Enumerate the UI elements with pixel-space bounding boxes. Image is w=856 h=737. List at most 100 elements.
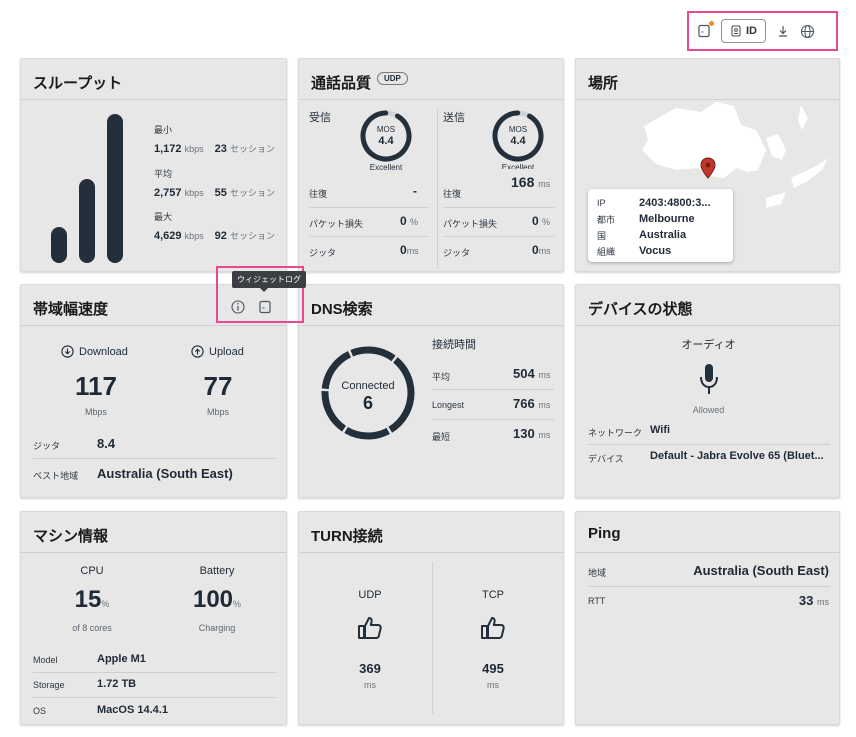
device-value: Default - Jabra Evolve 65 (Bluet... xyxy=(650,450,824,462)
bandwidth-title: 帯域幅速度 xyxy=(33,301,109,318)
notification-dot xyxy=(709,21,714,26)
cpu-sub: of 8 cores xyxy=(72,623,112,633)
turn-tcp-value: 495 xyxy=(482,661,504,676)
download-button[interactable] xyxy=(776,24,790,38)
ping-rtt-label: RTT xyxy=(588,596,606,606)
device-label: デバイス xyxy=(588,454,624,464)
dns-longest-label: Longest xyxy=(432,400,465,410)
ping-rtt-value: 33 xyxy=(798,593,814,608)
throughput-avg-row: 平均 2,757 kbps 55 セッション xyxy=(154,167,282,210)
bandwidth-jitter-label: ジッタ xyxy=(33,441,61,451)
location-info-card: IP 2403:4800:3... 都市 Melbourne 国 Austral… xyxy=(588,189,733,262)
language-button[interactable] xyxy=(800,24,815,39)
id-button[interactable]: ID xyxy=(721,19,766,43)
audio-label: オーディオ xyxy=(681,339,736,351)
location-ip-value: 2403:4800:3... xyxy=(639,197,711,209)
throughput-stats: 最小 1,172 kbps 23 セッション 平均 2,757 kbps 55 … xyxy=(154,123,282,242)
send-jitter-value: 0 xyxy=(532,243,539,257)
dns-avg-value: 504 xyxy=(513,366,535,381)
send-rating: Excellent xyxy=(501,163,535,169)
throughput-bar-chart xyxy=(51,114,123,263)
location-ip-row: IP 2403:4800:3... xyxy=(597,197,711,209)
send-return-label: 往復 xyxy=(443,189,462,199)
ping-card: Ping 地域 Australia (South East) RTT 33 ms xyxy=(575,511,840,725)
receive-jitter-value: 0 xyxy=(400,243,407,257)
widget-log-button[interactable] xyxy=(697,21,714,38)
dns-shortest-label: 最短 xyxy=(432,432,451,442)
protocol-badge: UDP xyxy=(377,72,408,85)
machine-info-card: マシン情報 CPU 15% of 8 cores Battery 100% Ch… xyxy=(20,511,287,725)
throughput-max-label: 最大 xyxy=(154,212,173,222)
map-pin-icon[interactable] xyxy=(700,157,716,179)
upload-value: 77 xyxy=(203,371,233,401)
location-card: 場所 IP 2403:4800:3... 都市 Melbourne 国 Aust… xyxy=(575,58,840,272)
best-region-label: ベスト地域 xyxy=(33,471,79,481)
dns-title: DNS検索 xyxy=(311,301,373,318)
os-label: OS xyxy=(33,706,47,716)
send-loss-label: パケット損失 xyxy=(443,219,498,229)
globe-icon xyxy=(800,24,815,38)
throughput-bar xyxy=(107,114,123,263)
conn-time-label: 接続時間 xyxy=(432,339,476,351)
audio-status: Allowed xyxy=(692,405,725,415)
send-label: 送信 xyxy=(443,112,465,124)
throughput-min-sessions: 23 xyxy=(214,143,227,155)
send-mos-label: MOS xyxy=(508,125,528,134)
ping-region-value: Australia (South East) xyxy=(693,563,829,578)
cpu-label: CPU xyxy=(80,565,104,577)
throughput-min-row: 最小 1,172 kbps 23 セッション xyxy=(154,123,282,167)
receive-mos-label: MOS xyxy=(376,125,396,134)
location-org-value: Vocus xyxy=(639,245,672,257)
device-state-card: デバイスの状態 オーディオ Allowed ネットワーク Wifi デバイス D… xyxy=(575,284,840,498)
receive-rating: Excellent xyxy=(369,163,403,172)
throughput-bar xyxy=(51,227,67,263)
throughput-avg-label: 平均 xyxy=(154,169,173,179)
receive-jitter-label: ジッタ xyxy=(309,248,337,258)
battery-sub: Charging xyxy=(198,623,236,633)
id-badge-icon xyxy=(731,25,741,37)
os-value: MacOS 14.4.1 xyxy=(97,704,168,716)
cpu-value: 15 xyxy=(74,586,102,613)
battery-label: Battery xyxy=(199,565,235,577)
device-state-title: デバイスの状態 xyxy=(588,301,693,318)
turn-udp-value: 369 xyxy=(359,661,381,676)
storage-value: 1.72 TB xyxy=(97,678,137,690)
throughput-bar xyxy=(79,179,95,263)
document-icon xyxy=(698,24,710,38)
arrow-up-circle-icon xyxy=(191,345,204,358)
network-value: Wifi xyxy=(650,424,671,436)
turn-udp-label: UDP xyxy=(358,589,382,601)
location-country-row: 国 Australia xyxy=(597,229,687,241)
battery-value: 100 xyxy=(192,586,234,613)
download-unit: Mbps xyxy=(84,407,107,417)
receive-loss-label: パケット損失 xyxy=(309,219,364,229)
upload-label: Upload xyxy=(209,345,244,358)
throughput-title: スループット xyxy=(33,75,123,92)
throughput-avg-sessions: 55 xyxy=(214,187,227,199)
network-label: ネットワーク xyxy=(588,428,643,438)
throughput-max-row: 最大 4,629 kbps 92 セッション xyxy=(154,210,282,242)
machine-info-title: マシン情報 xyxy=(33,528,109,545)
download-label: Download xyxy=(79,345,128,358)
turn-card: TURN接続 UDP 369 ms TCP 495 ms xyxy=(298,511,564,725)
send-loss-value: 0 xyxy=(532,214,539,228)
id-button-label: ID xyxy=(746,25,757,37)
receive-return-label: 往復 xyxy=(309,189,328,199)
thumbs-up-icon xyxy=(358,617,382,639)
ping-region-label: 地域 xyxy=(588,568,607,578)
throughput-max-value: 4,629 xyxy=(154,230,182,242)
model-value: Apple M1 xyxy=(97,653,146,665)
dns-status: Connected xyxy=(341,380,395,392)
download-value: 117 xyxy=(75,371,117,401)
dns-avg-label: 平均 xyxy=(432,372,451,382)
storage-label: Storage xyxy=(33,680,65,690)
location-title: 場所 xyxy=(588,75,619,92)
call-quality-title: 通話品質 xyxy=(311,75,372,92)
dns-count: 6 xyxy=(362,393,373,413)
turn-title: TURN接続 xyxy=(311,528,383,545)
dns-card: DNS検索 Connected 6 接続時間 平均 504 ms Longest… xyxy=(298,284,564,498)
upload-header: Upload xyxy=(191,345,244,358)
location-city-row: 都市 Melbourne xyxy=(597,213,695,225)
receive-mos-value: 4.4 xyxy=(378,135,394,147)
receive-label: 受信 xyxy=(309,112,331,124)
